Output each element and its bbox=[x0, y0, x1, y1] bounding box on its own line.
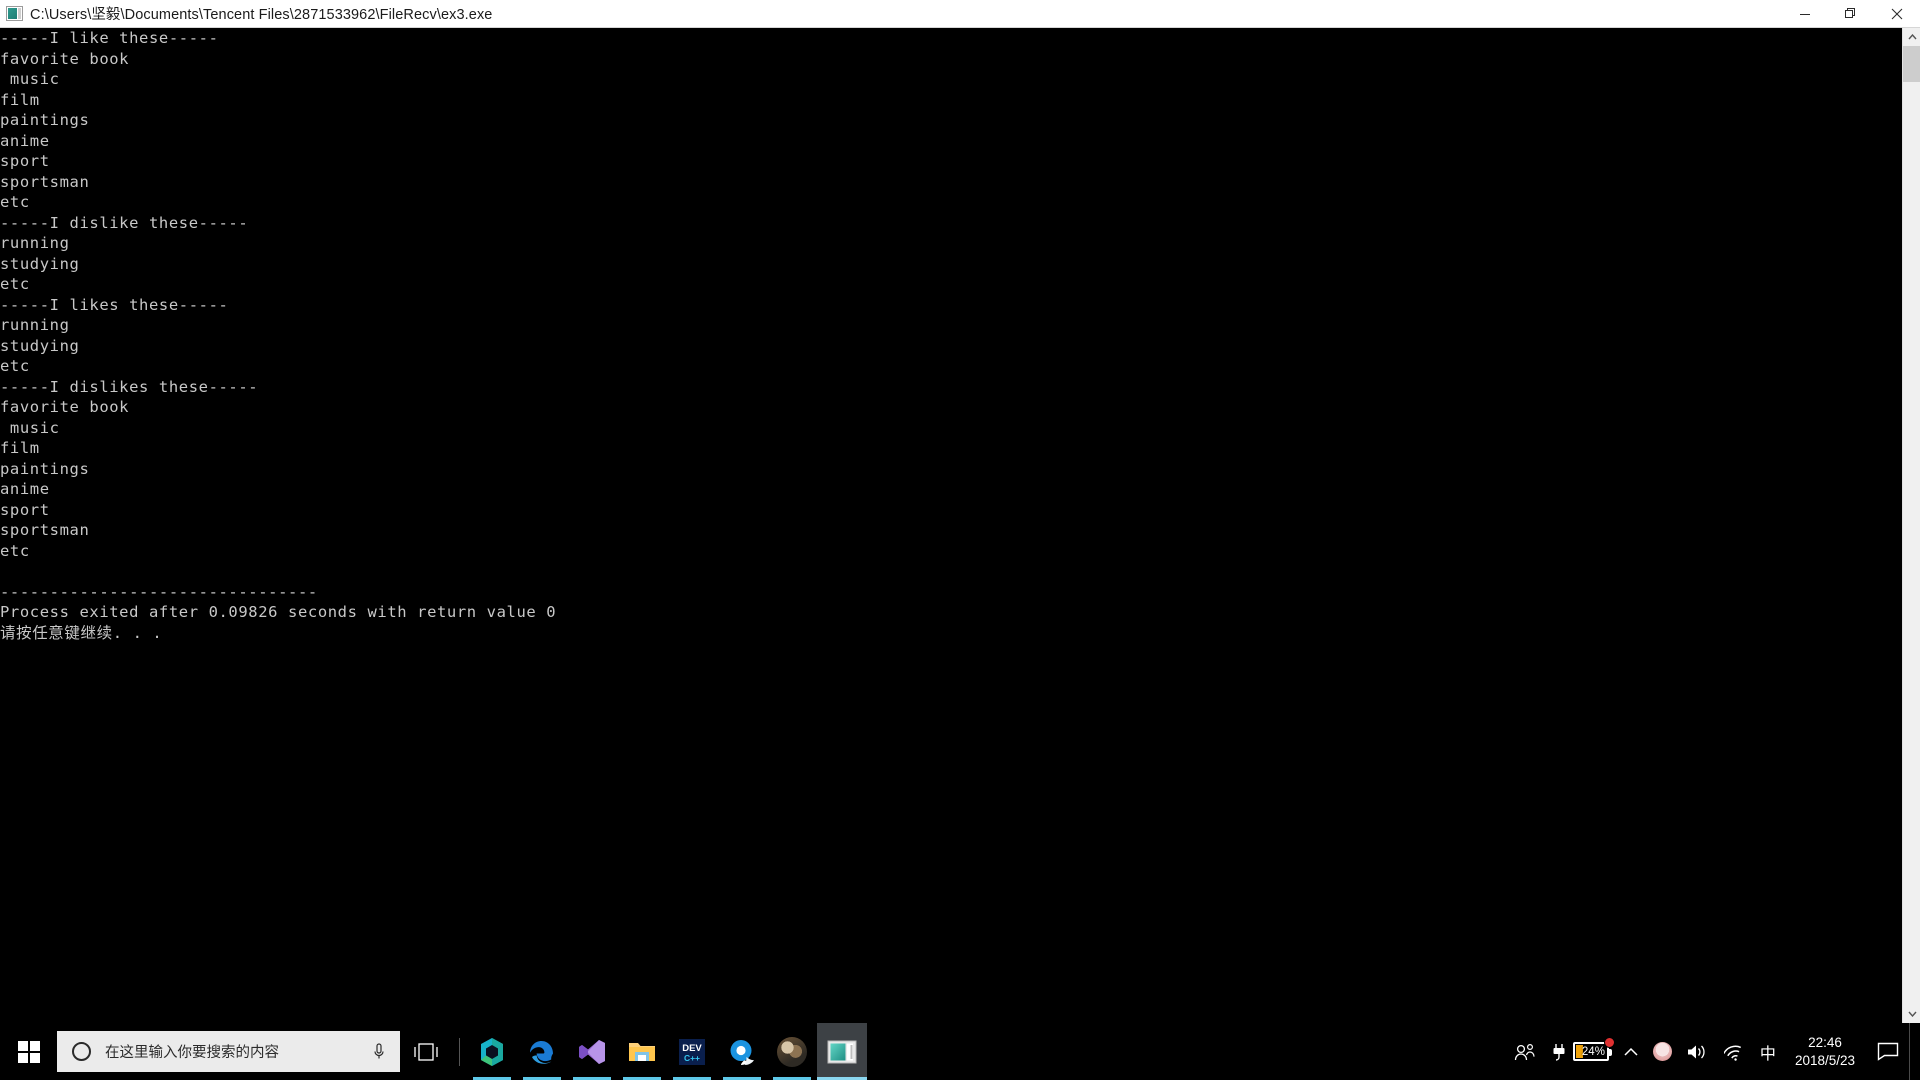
minimize-button[interactable] bbox=[1782, 0, 1828, 28]
taskbar-item-microsoft-edge[interactable] bbox=[517, 1023, 567, 1080]
notification-icon bbox=[1877, 1042, 1899, 1061]
clock-time: 22:46 bbox=[1808, 1034, 1842, 1050]
people-icon bbox=[1514, 1043, 1535, 1060]
battery-icon: 24% bbox=[1572, 1042, 1612, 1061]
taskbar-item-unknown-teal-app[interactable] bbox=[467, 1023, 517, 1080]
taskbar-app-list: DEV C++ bbox=[467, 1023, 867, 1080]
microphone-icon[interactable] bbox=[372, 1042, 386, 1062]
console-window-taskbar-icon bbox=[827, 1040, 857, 1063]
ime-indicator[interactable]: 中 bbox=[1753, 1023, 1783, 1080]
cortana-circle-icon bbox=[72, 1042, 91, 1061]
show-hidden-icons-button[interactable] bbox=[1616, 1023, 1646, 1080]
console-window-icon bbox=[6, 5, 24, 22]
ime-label: 中 bbox=[1759, 1045, 1776, 1063]
photo-avatar-icon bbox=[777, 1036, 807, 1067]
show-desktop-button[interactable] bbox=[1909, 1023, 1920, 1080]
windows-logo-icon bbox=[17, 1040, 40, 1063]
battery-percent-label: 24% bbox=[1581, 1045, 1605, 1058]
wifi-icon bbox=[1723, 1045, 1741, 1061]
console-text: -----I like these----- favorite book mus… bbox=[0, 29, 557, 642]
search-input[interactable]: 在这里输入你要搜索的内容 bbox=[105, 1041, 372, 1062]
window-title: C:\Users\坚毅\Documents\Tencent Files\2871… bbox=[30, 7, 493, 23]
taskbar-item-file-explorer[interactable] bbox=[617, 1023, 667, 1080]
speaker-icon bbox=[1687, 1045, 1705, 1058]
taskbar-separator bbox=[459, 1037, 460, 1066]
restore-button[interactable] bbox=[1828, 0, 1874, 28]
edge-icon bbox=[530, 1040, 553, 1064]
window-titlebar[interactable]: C:\Users\坚毅\Documents\Tencent Files\2871… bbox=[0, 0, 1920, 28]
start-button[interactable] bbox=[0, 1023, 57, 1080]
folder-icon bbox=[629, 1042, 655, 1061]
taskbar-item-qq-browser[interactable] bbox=[717, 1023, 767, 1080]
network-button[interactable] bbox=[1717, 1023, 1753, 1080]
svg-text:C++: C++ bbox=[684, 1053, 700, 1063]
tray-avatar-icon bbox=[1652, 1042, 1672, 1061]
chevron-up-icon bbox=[1624, 1047, 1638, 1056]
windows-taskbar: 在这里输入你要搜索的内容 DEV C++ 24% 中 22:46 2018/5/… bbox=[0, 1023, 1920, 1080]
scroll-up-button[interactable] bbox=[1903, 28, 1920, 46]
qq-browser-icon bbox=[730, 1039, 754, 1065]
chevron-up-icon bbox=[1907, 34, 1917, 40]
restore-icon bbox=[1845, 7, 1855, 18]
task-view-button[interactable] bbox=[400, 1023, 452, 1080]
taskbar-search-box[interactable]: 在这里输入你要搜索的内容 bbox=[57, 1031, 400, 1072]
scrollbar-track[interactable] bbox=[1903, 46, 1920, 1005]
dev-cpp-icon: DEV C++ bbox=[679, 1038, 705, 1065]
taskbar-item-console-window[interactable] bbox=[817, 1023, 867, 1080]
minimize-icon bbox=[1800, 13, 1810, 15]
scrollbar-thumb[interactable] bbox=[1903, 46, 1920, 82]
taskbar-item-dev-cpp[interactable]: DEV C++ bbox=[667, 1023, 717, 1080]
system-tray: 24% 中 22:46 2018/5/23 bbox=[1507, 1023, 1920, 1080]
battery-status[interactable]: 24% bbox=[1543, 1023, 1616, 1080]
task-view-icon bbox=[414, 1042, 438, 1061]
tray-user-avatar[interactable] bbox=[1646, 1023, 1679, 1080]
scroll-down-button[interactable] bbox=[1903, 1005, 1920, 1023]
desktop-root: C:\Users\坚毅\Documents\Tencent Files\2871… bbox=[0, 0, 1920, 1080]
console-scrollbar[interactable] bbox=[1902, 28, 1920, 1023]
clock-date: 2018/5/23 bbox=[1794, 1052, 1855, 1068]
taskbar-item-visual-studio[interactable] bbox=[567, 1023, 617, 1080]
volume-button[interactable] bbox=[1679, 1023, 1717, 1080]
close-button[interactable] bbox=[1874, 0, 1920, 28]
chevron-down-icon bbox=[1907, 1011, 1917, 1017]
action-center-button[interactable] bbox=[1867, 1023, 1909, 1080]
power-plug-icon bbox=[1553, 1043, 1565, 1061]
people-button[interactable] bbox=[1507, 1023, 1543, 1080]
visual-studio-icon bbox=[579, 1039, 605, 1064]
taskbar-item-photo-viewer[interactable] bbox=[767, 1023, 817, 1080]
teal-octagon-icon bbox=[481, 1037, 503, 1066]
close-icon bbox=[1891, 8, 1903, 19]
taskbar-clock[interactable]: 22:46 2018/5/23 bbox=[1783, 1023, 1867, 1080]
console-output-area[interactable]: -----I like these----- favorite book mus… bbox=[0, 28, 1902, 1023]
